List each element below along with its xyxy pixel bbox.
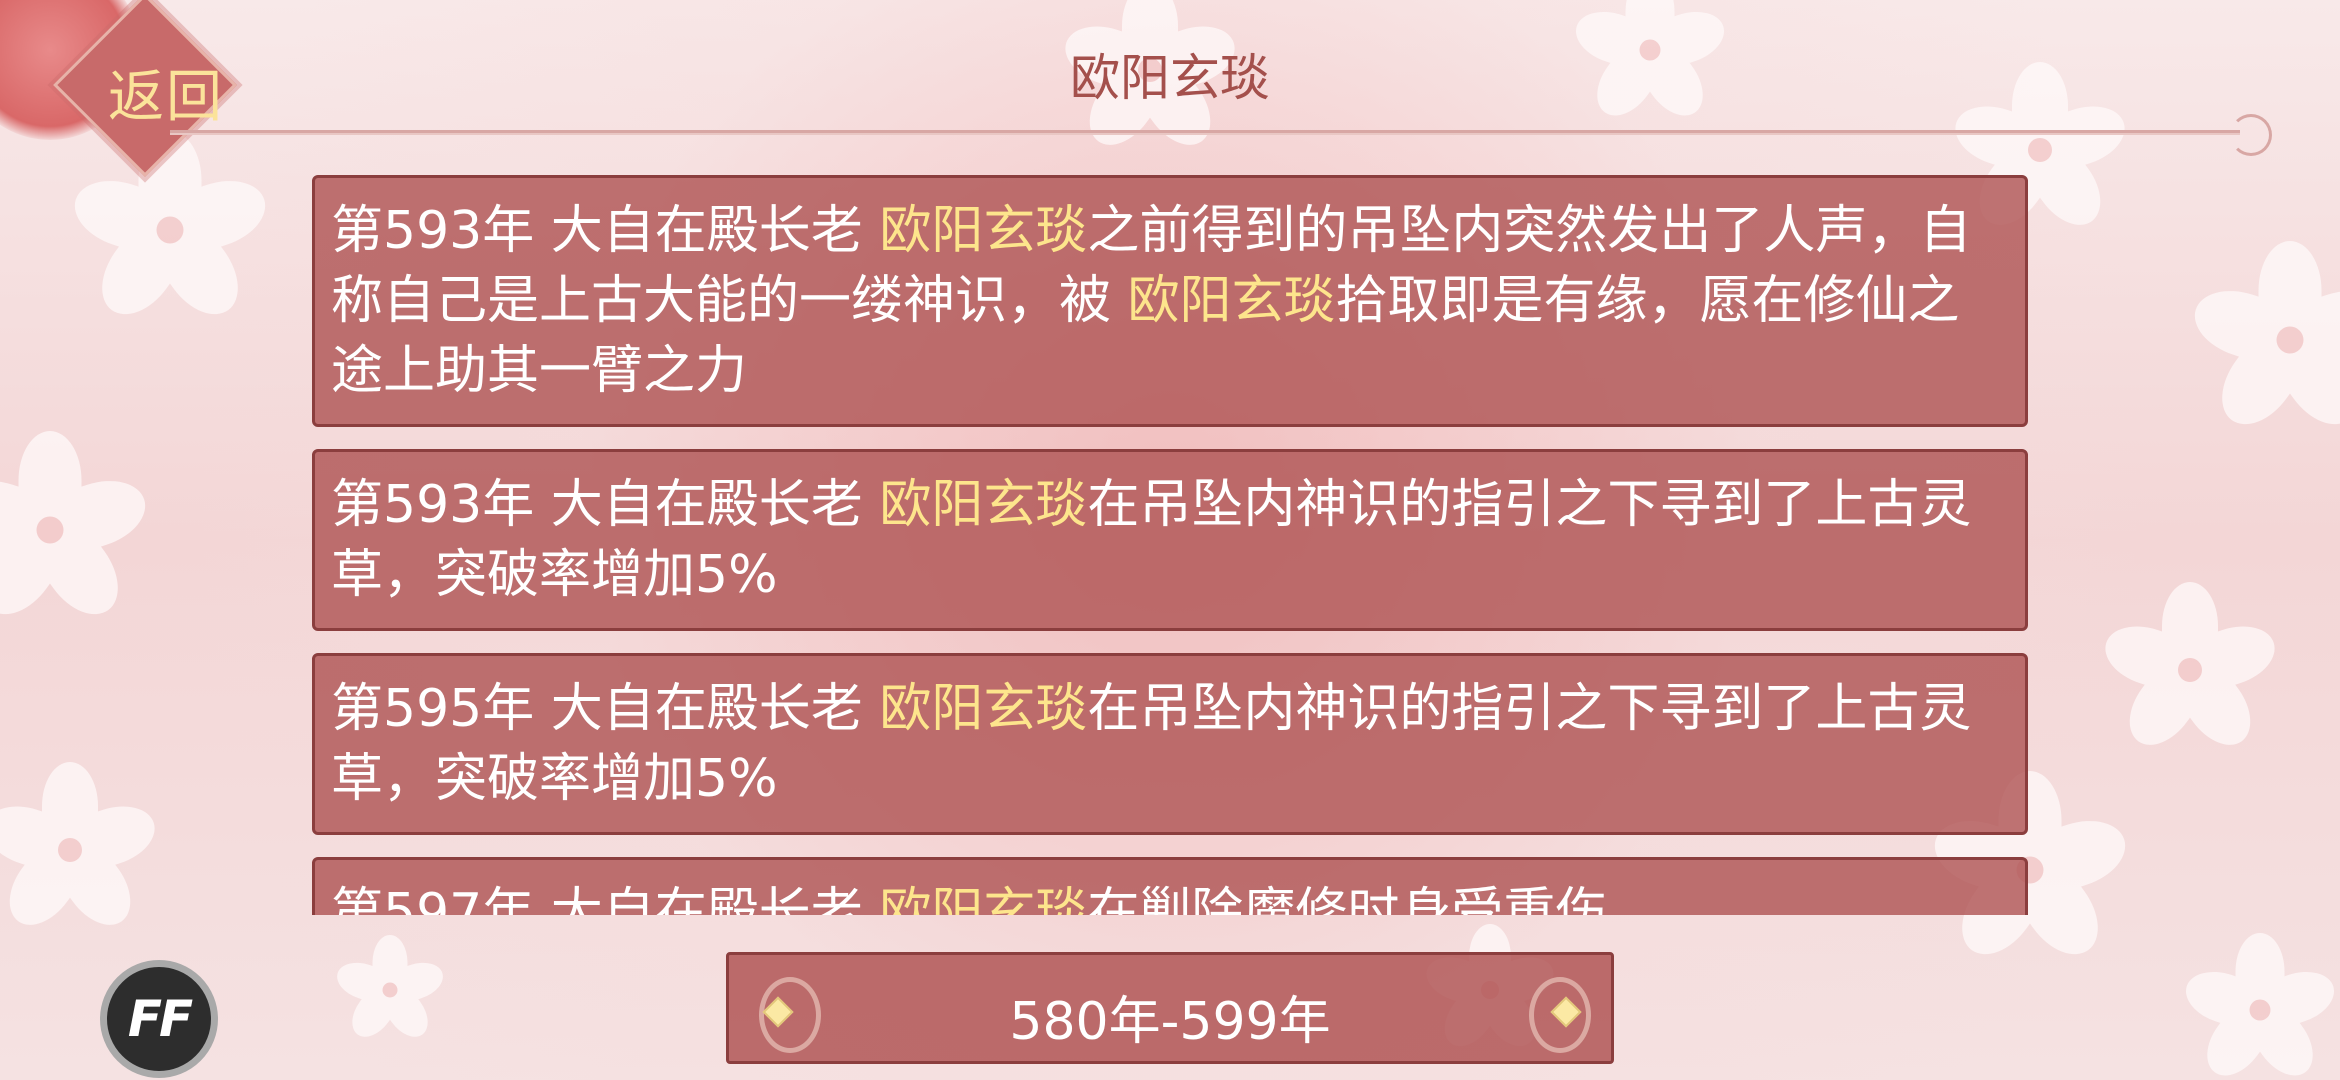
character-name: 欧阳玄琰	[879, 883, 1088, 915]
title-divider	[170, 130, 2240, 135]
flower-decoration	[2097, 582, 2283, 758]
character-name: 欧阳玄琰	[879, 679, 1088, 739]
event-text: 第593年 大自在殿长老	[331, 201, 880, 261]
next-range-button[interactable]	[1521, 973, 1591, 1053]
event-text: 第597年 大自在殿长老	[331, 883, 880, 915]
event-log-list[interactable]: 第593年 大自在殿长老 欧阳玄琰之前得到的吊坠内突然发出了人声，自称自己是上古…	[312, 175, 2028, 915]
event-text: 第593年 大自在殿长老	[331, 475, 880, 535]
event-entry: 第595年 大自在殿长老 欧阳玄琰在吊坠内神识的指引之下寻到了上古灵草，突破率增…	[312, 653, 2028, 835]
flower-decoration	[0, 431, 154, 629]
flower-decoration	[332, 935, 448, 1045]
event-entry: 第593年 大自在殿长老 欧阳玄琰之前得到的吊坠内突然发出了人声，自称自己是上古…	[312, 175, 2028, 427]
flower-decoration	[2186, 241, 2340, 439]
fast-forward-button[interactable]: FF	[100, 960, 218, 1078]
year-range-label: 580年-599年	[1009, 992, 1331, 1052]
event-entry: 第597年 大自在殿长老 欧阳玄琰在剿除魔修时身受重伤	[312, 857, 2028, 915]
event-entry: 第593年 大自在殿长老 欧阳玄琰在吊坠内神识的指引之下寻到了上古灵草，突破率增…	[312, 449, 2028, 631]
page-title: 欧阳玄琰	[1070, 49, 1270, 107]
year-range-pager: 580年-599年	[726, 952, 1614, 1064]
event-text: 第595年 大自在殿长老	[331, 679, 880, 739]
flower-decoration	[0, 762, 163, 938]
divider-swirl-icon	[2230, 114, 2272, 156]
character-name: 欧阳玄琰	[1127, 271, 1336, 331]
flower-decoration	[66, 131, 274, 329]
event-text: 在剿除魔修时身受重伤	[1087, 883, 1608, 915]
character-name: 欧阳玄琰	[879, 201, 1088, 261]
character-name: 欧阳玄琰	[879, 475, 1088, 535]
flower-decoration	[2179, 933, 2340, 1080]
